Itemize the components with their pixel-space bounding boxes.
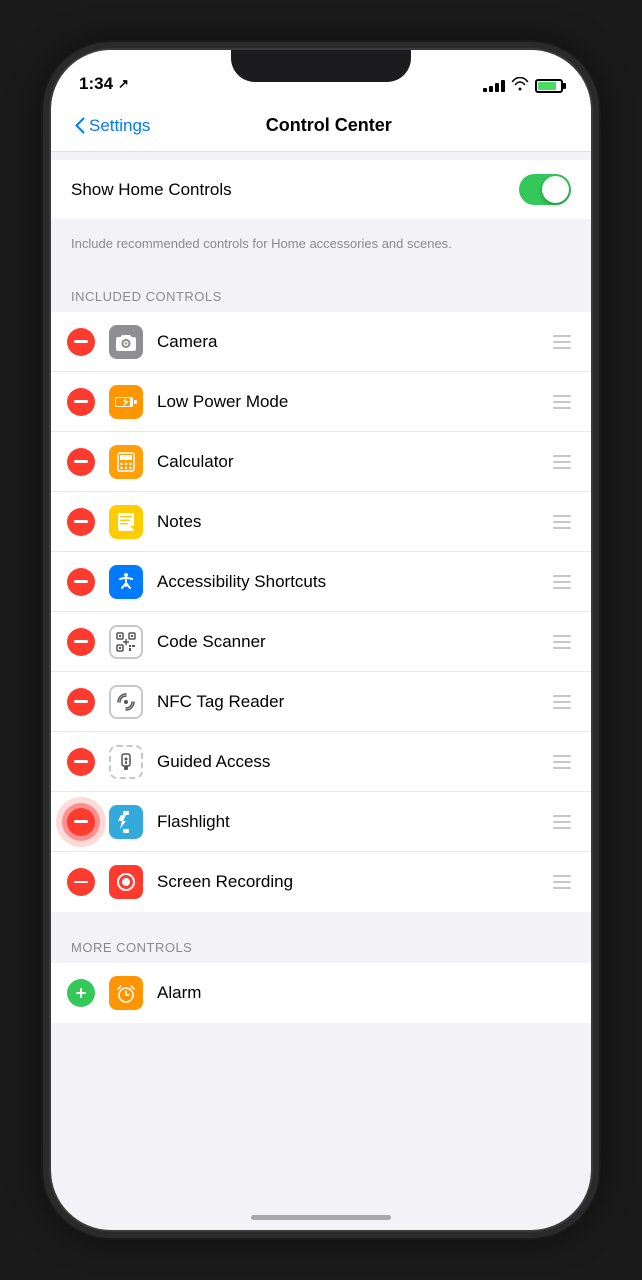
drag-handle-screen-recording[interactable] (549, 871, 575, 893)
flashlight-icon (109, 805, 143, 839)
control-row-flashlight: Flashlight (51, 792, 591, 852)
drag-handle-calculator[interactable] (549, 451, 575, 473)
low-power-icon (109, 385, 143, 419)
camera-icon (109, 325, 143, 359)
more-controls-header: MORE CONTROLS (51, 920, 591, 963)
control-row-guided-access: Guided Access (51, 732, 591, 792)
control-row-camera: Camera (51, 312, 591, 372)
control-name-calculator: Calculator (157, 452, 549, 472)
remove-guided-access-button[interactable] (67, 748, 95, 776)
wifi-icon (511, 77, 529, 94)
drag-handle-flashlight[interactable] (549, 811, 575, 833)
code-scanner-icon (109, 625, 143, 659)
signal-bars (483, 80, 505, 92)
remove-accessibility-button[interactable] (67, 568, 95, 596)
included-controls-list: Camera (51, 312, 591, 912)
control-name-guided-access: Guided Access (157, 752, 549, 772)
page-title: Control Center (150, 115, 507, 136)
remove-notes-button[interactable] (67, 508, 95, 536)
more-controls-list: Alarm (51, 963, 591, 1023)
guided-access-icon (109, 745, 143, 779)
control-name-code-scanner: Code Scanner (157, 632, 549, 652)
drag-handle-guided-access[interactable] (549, 751, 575, 773)
location-icon: ↗ (118, 76, 129, 92)
remove-nfc-button[interactable] (67, 688, 95, 716)
status-icons (483, 77, 563, 94)
remove-calculator-button[interactable] (67, 448, 95, 476)
control-name-screen-recording: Screen Recording (157, 872, 549, 892)
battery-icon (535, 79, 563, 93)
control-row-alarm: Alarm (51, 963, 591, 1023)
add-alarm-button[interactable] (67, 979, 95, 1007)
included-controls-header: INCLUDED CONTROLS (51, 269, 591, 312)
status-time: 1:34 ↗ (79, 74, 129, 94)
remove-low-power-button[interactable] (67, 388, 95, 416)
control-row-code-scanner: Code Scanner (51, 612, 591, 672)
control-name-alarm: Alarm (157, 983, 575, 1003)
phone-frame: 1:34 ↗ (51, 50, 591, 1230)
content-scroll[interactable]: Show Home Controls Include recommended c… (51, 152, 591, 1230)
drag-handle-notes[interactable] (549, 511, 575, 533)
control-row-notes: Notes (51, 492, 591, 552)
alarm-icon (109, 976, 143, 1010)
remove-camera-button[interactable] (67, 328, 95, 356)
drag-handle-accessibility[interactable] (549, 571, 575, 593)
calculator-icon (109, 445, 143, 479)
notes-icon (109, 505, 143, 539)
show-home-controls-row: Show Home Controls (51, 160, 591, 219)
control-row-accessibility: Accessibility Shortcuts (51, 552, 591, 612)
control-name-notes: Notes (157, 512, 549, 532)
control-name-camera: Camera (157, 332, 549, 352)
drag-handle-camera[interactable] (549, 331, 575, 353)
control-name-low-power: Low Power Mode (157, 392, 549, 412)
home-indicator (251, 1215, 391, 1220)
notch (231, 50, 411, 82)
toggle-description: Include recommended controls for Home ac… (51, 227, 591, 269)
drag-handle-code-scanner[interactable] (549, 631, 575, 653)
nav-bar: Settings Control Center (51, 100, 591, 152)
back-button[interactable]: Settings (75, 116, 150, 136)
back-label: Settings (89, 116, 150, 136)
accessibility-icon (109, 565, 143, 599)
screen-recording-icon (109, 865, 143, 899)
control-row-screen-recording: Screen Recording (51, 852, 591, 912)
control-row-nfc: NFC Tag Reader (51, 672, 591, 732)
nfc-icon (109, 685, 143, 719)
show-home-controls-label: Show Home Controls (71, 180, 232, 200)
control-name-flashlight: Flashlight (157, 812, 549, 832)
control-name-nfc: NFC Tag Reader (157, 692, 549, 712)
screen: 1:34 ↗ (51, 50, 591, 1230)
drag-handle-low-power[interactable] (549, 391, 575, 413)
show-home-controls-toggle[interactable] (519, 174, 571, 205)
remove-flashlight-button[interactable] (67, 808, 95, 836)
control-row-low-power: Low Power Mode (51, 372, 591, 432)
remove-screen-recording-button[interactable] (67, 868, 95, 896)
remove-code-scanner-button[interactable] (67, 628, 95, 656)
control-row-calculator: Calculator (51, 432, 591, 492)
control-name-accessibility: Accessibility Shortcuts (157, 572, 549, 592)
drag-handle-nfc[interactable] (549, 691, 575, 713)
